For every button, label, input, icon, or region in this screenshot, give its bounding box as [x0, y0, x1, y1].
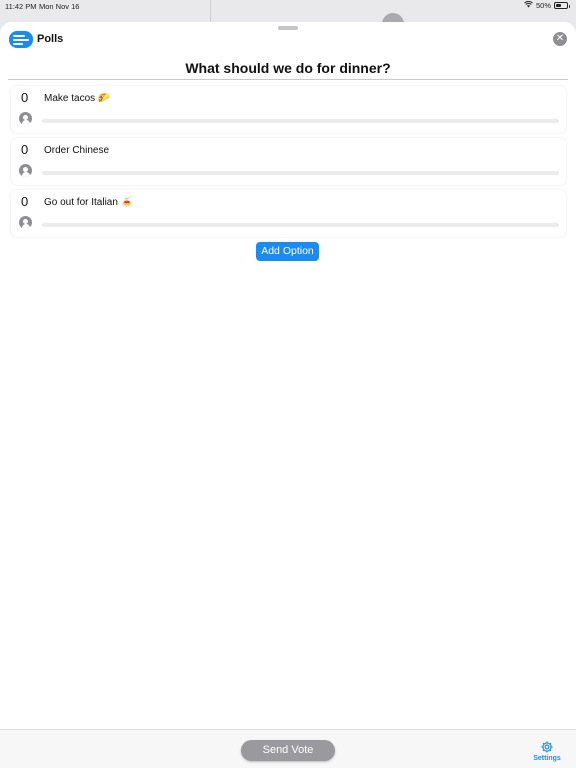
person-icon — [19, 112, 32, 125]
close-button[interactable]: ✕ — [553, 32, 567, 46]
status-bar: 11:42 PM Mon Nov 16 50% — [0, 0, 576, 14]
app-header: Polls ✕ — [0, 22, 576, 56]
background-divider — [210, 0, 211, 24]
polls-app-icon — [9, 31, 33, 48]
option-label: Make tacos 🌮 — [44, 93, 111, 104]
wifi-icon — [524, 0, 533, 10]
app-title: Polls — [37, 33, 64, 45]
vote-progress-bar — [42, 223, 559, 227]
vote-progress-bar — [42, 171, 559, 175]
battery-percent: 50% — [535, 1, 551, 10]
status-right: 50% — [524, 0, 570, 10]
vote-count: 0 — [21, 194, 29, 209]
vote-count: 0 — [21, 142, 29, 157]
bottom-toolbar: Send Vote Settings — [0, 729, 576, 768]
vote-progress-bar — [42, 119, 559, 123]
person-icon — [19, 164, 32, 177]
person-icon — [19, 216, 32, 229]
poll-option[interactable]: 0 Make tacos 🌮 — [11, 86, 566, 133]
status-date: Mon Nov 16 — [39, 2, 80, 11]
poll-options-list: 0 Make tacos 🌮 0 Order Chinese 0 Go out … — [11, 86, 566, 242]
polls-sheet: Polls ✕ What should we do for dinner? 0 … — [0, 22, 576, 768]
send-vote-button[interactable]: Send Vote — [241, 740, 335, 761]
option-label: Order Chinese — [44, 145, 110, 156]
battery-icon — [554, 2, 570, 9]
vote-count: 0 — [21, 90, 29, 105]
poll-option[interactable]: 0 Order Chinese — [11, 138, 566, 185]
close-icon: ✕ — [555, 33, 565, 44]
gear-icon — [541, 741, 553, 753]
status-time: 11:42 PM — [5, 2, 37, 11]
add-option-button[interactable]: Add Option — [256, 242, 319, 261]
poll-question: What should we do for dinner? — [8, 60, 568, 80]
option-label: Go out for Italian 🍝 — [44, 197, 134, 208]
settings-label: Settings — [533, 755, 561, 762]
settings-button[interactable]: Settings — [532, 740, 562, 762]
poll-option[interactable]: 0 Go out for Italian 🍝 — [11, 190, 566, 237]
